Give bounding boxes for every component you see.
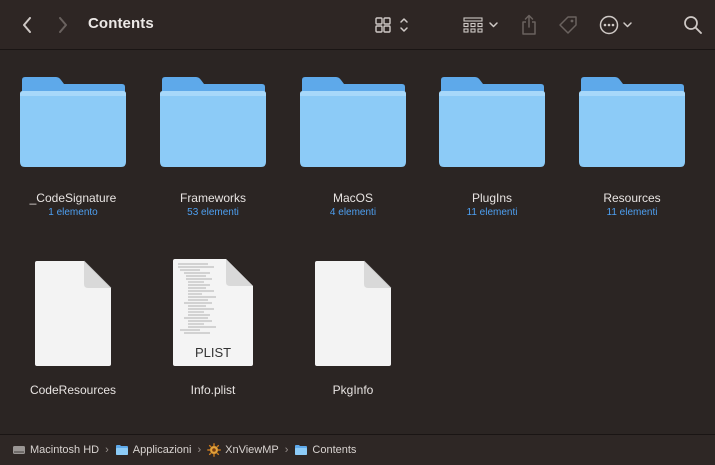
toolbar: Contents (0, 0, 715, 50)
folder-item-frameworks[interactable]: Frameworks 53 elementi (148, 76, 278, 226)
folder-icon (439, 77, 545, 167)
item-name: CodeResources (29, 383, 117, 397)
chevron-right-icon (59, 17, 67, 33)
crumb-label: XnViewMP (225, 444, 279, 456)
file-item-pkginfo[interactable]: PkgInfo (288, 260, 418, 400)
share-icon (522, 14, 536, 35)
item-name: _CodeSignature (29, 191, 117, 205)
path-bar: Macintosh HD › Applicazioni › XnViewMP ›… (0, 434, 715, 465)
hard-drive-icon (13, 446, 25, 454)
file-item-coderesources[interactable]: CodeResources (8, 260, 138, 400)
file-item-info-plist[interactable]: PLIST Info.plist (148, 258, 278, 400)
folder-icon (115, 445, 128, 455)
folder-icon (160, 77, 266, 167)
crumb-macintosh-hd[interactable]: Macintosh HD (12, 444, 99, 456)
back-button[interactable] (18, 14, 36, 36)
group-by-icon (463, 17, 498, 33)
icon-grid-view-icon (375, 17, 408, 33)
folder-item-resources[interactable]: Resources 11 elementi (567, 76, 697, 226)
folder-icon (295, 445, 308, 455)
item-name: MacOS (332, 191, 373, 205)
window-title: Contents (88, 15, 154, 32)
crumb-separator: › (197, 444, 202, 456)
item-count: 11 elementi (466, 207, 518, 218)
crumb-label: Macintosh HD (30, 444, 100, 456)
folder-icon (300, 77, 406, 167)
plist-badge-text: PLIST (195, 345, 231, 360)
scrollbar[interactable] (711, 51, 715, 434)
item-count: 11 elementi (606, 207, 658, 218)
tag-button[interactable] (556, 13, 580, 37)
crumb-applicazioni[interactable]: Applicazioni (115, 444, 192, 456)
plist-document-icon: PLIST (173, 259, 253, 366)
item-name: PlugIns (471, 191, 513, 205)
item-count: 53 elementi (187, 207, 239, 218)
search-icon (684, 16, 702, 34)
folder-item-codesignature[interactable]: _CodeSignature 1 elemento (8, 76, 138, 226)
folder-icon (20, 77, 126, 167)
tag-icon (559, 16, 577, 34)
share-button[interactable] (518, 12, 540, 38)
item-name: Info.plist (190, 383, 236, 397)
crumb-separator: › (105, 444, 109, 456)
crumb-label: Contents (312, 444, 357, 456)
search-button[interactable] (682, 14, 704, 36)
item-name: Resources (603, 191, 661, 205)
item-name: Frameworks (179, 191, 246, 205)
forward-button[interactable] (54, 14, 72, 36)
folder-item-plugins[interactable]: PlugIns 11 elementi (427, 76, 557, 226)
crumb-contents[interactable]: Contents (294, 444, 356, 456)
item-count: 1 elemento (48, 207, 98, 218)
folder-icon (579, 77, 685, 167)
chevron-left-icon (23, 17, 31, 33)
item-count: 4 elementi (329, 207, 377, 218)
ellipsis-circle-icon (599, 15, 632, 35)
crumb-xnviewmp[interactable]: XnViewMP (207, 443, 279, 457)
crumb-label: Applicazioni (132, 444, 192, 456)
document-icon (35, 260, 112, 366)
group-button[interactable] (460, 14, 502, 36)
view-mode-button[interactable] (372, 14, 412, 36)
item-name: PkgInfo (332, 383, 374, 397)
crumb-separator: › (284, 444, 289, 456)
xnviewmp-app-icon (207, 443, 222, 457)
document-icon (315, 260, 392, 366)
folder-item-macos[interactable]: MacOS 4 elementi (288, 76, 418, 226)
more-actions-button[interactable] (598, 14, 636, 36)
